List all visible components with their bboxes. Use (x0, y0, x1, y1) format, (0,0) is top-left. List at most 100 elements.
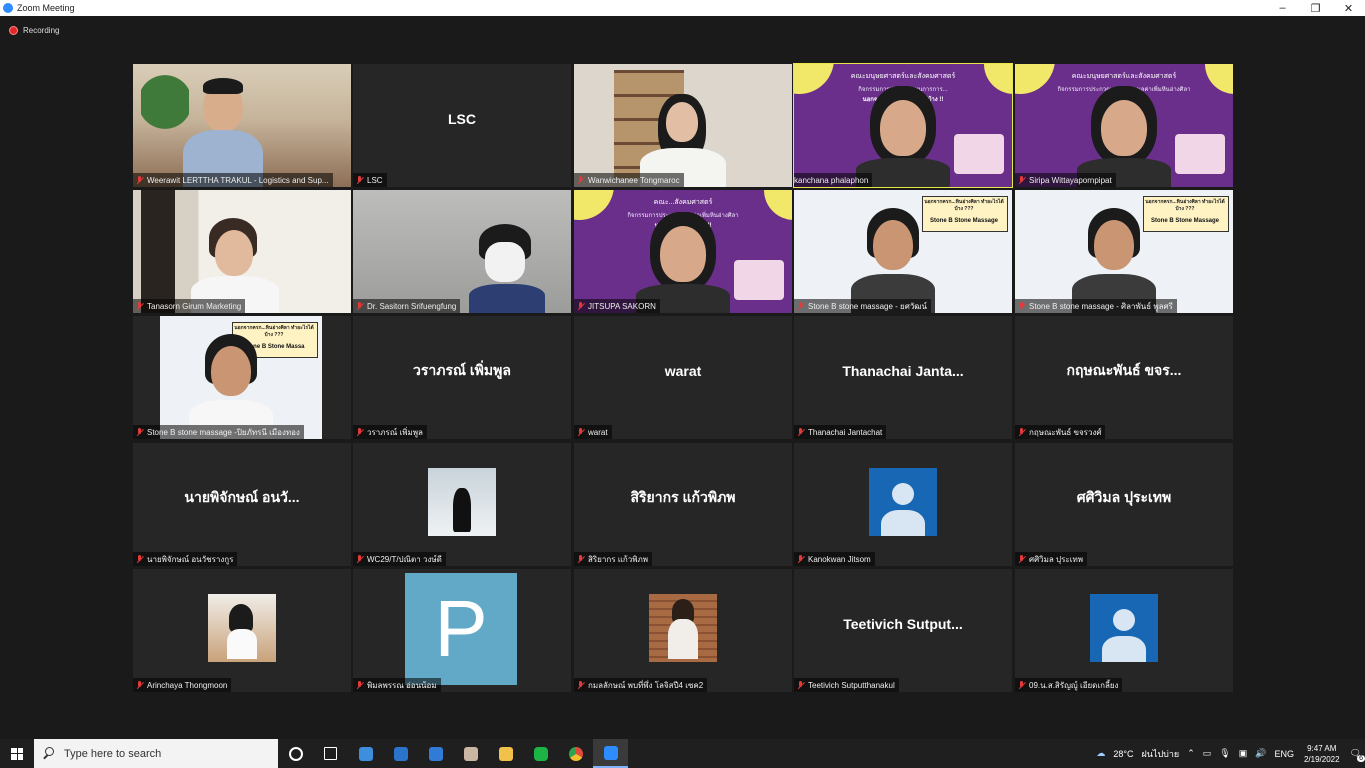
participant-name: วราภรณ์ เพิ่มพูล (367, 427, 423, 437)
task-view-icon[interactable] (278, 739, 313, 768)
network-icon[interactable]: ▣ (1239, 748, 1248, 759)
mic-muted-icon (1018, 175, 1026, 185)
participant-tile[interactable]: LSC LSC (353, 64, 571, 187)
participant-name-bar: Thanachai Jantachat (794, 425, 887, 439)
tray-chevron-icon[interactable]: ⌃ (1187, 748, 1195, 759)
person-body (469, 284, 545, 313)
participant-tile[interactable]: วราภรณ์ เพิ่มพูล วราภรณ์ เพิ่มพูล (353, 316, 571, 439)
person-face (211, 346, 251, 396)
participant-name: warat (588, 427, 608, 437)
taskbar-apps (278, 739, 628, 768)
system-tray: ☁ 28°C ฝนไปบ่าย ⌃ ▭ 🎙 ▣ 🔊 ENG 9:47 AM 2/… (1092, 739, 1365, 768)
participant-name-bar: Arinchaya Thongmoon (133, 678, 232, 692)
participant-tile[interactable]: คณะมนุษยศาสตร์และสังคมศาสตร์ กิจกรรมการป… (1015, 64, 1233, 187)
participant-name-bar: Siripa Wittayapornpipat (1015, 173, 1116, 187)
participant-name-bar: Dr. Sasitorn Srifuengfung (353, 299, 461, 313)
slide-title: คณะ...สังคมศาสตร์ (653, 199, 713, 206)
person-face (660, 226, 706, 282)
participant-tile[interactable]: คณะมนุษยศาสตร์และสังคมศาสตร์ กิจกรรมการป… (793, 63, 1013, 188)
weather-temp[interactable]: 28°C (1113, 749, 1133, 759)
mic-muted-icon (136, 554, 144, 564)
participant-tile[interactable]: Wanwichanee Tongmaroc (574, 64, 792, 187)
line-icon-glyph (533, 746, 548, 761)
line-icon[interactable] (523, 739, 558, 768)
participant-display-name: นายพิจักษณ์ อนวั... (184, 488, 300, 505)
participant-name-bar: สิริยากร แก้วพิภพ (574, 552, 653, 566)
participant-tile[interactable]: Arinchaya Thongmoon (133, 569, 351, 692)
default-avatar-icon (869, 468, 937, 536)
face-mask (485, 242, 525, 282)
photos-icon[interactable] (348, 739, 383, 768)
participant-tile[interactable]: Kanokwan Jitsom (794, 443, 1012, 566)
participant-name: Weerawit LERTTHA TRAKUL - Logistics and … (147, 175, 329, 185)
person-face (1101, 100, 1147, 156)
weather-label[interactable]: ฝนไปบ่าย (1142, 747, 1180, 761)
volume-icon[interactable]: 🔊 (1255, 748, 1266, 759)
close-button[interactable]: ✕ (1332, 0, 1365, 16)
mic-muted-icon (136, 680, 144, 690)
store-icon-glyph (393, 746, 408, 761)
participant-tile[interactable]: นายพิจักษณ์ อนวั... นายพิจักษณ์ อนวัชราง… (133, 443, 351, 566)
mail-icon[interactable] (418, 739, 453, 768)
start-button[interactable] (0, 739, 34, 768)
mic-muted-icon (1018, 554, 1026, 564)
taskbar: Type here to search ☁ 28°C ฝนไปบ่าย ⌃ ▭ … (0, 739, 1365, 768)
zoom-icon-glyph (603, 745, 618, 760)
chrome-icon[interactable] (558, 739, 593, 768)
participant-display-name: วราภรณ์ เพิ่มพูล (413, 361, 511, 378)
participant-tile[interactable]: นอกจากครก...หินอ่างศิลา ทำอะไรได้บ้าง ??… (133, 316, 351, 439)
letter-avatar: P (405, 573, 517, 685)
participant-tile[interactable]: สิริยากร แก้วพิภพ สิริยากร แก้วพิภพ (574, 443, 792, 566)
zoom-icon[interactable] (593, 739, 628, 768)
recording-indicator[interactable]: Recording (0, 22, 59, 38)
participant-tile[interactable]: ศศิวิมล ปุระเทพ ศศิวิมล ปุระเทพ (1015, 443, 1233, 566)
language-indicator[interactable]: ENG (1274, 749, 1294, 759)
clock[interactable]: 9:47 AM 2/19/2022 (1304, 743, 1340, 765)
participant-name: JITSUPA SAKORN (588, 301, 656, 311)
participant-name-bar: วราภรณ์ เพิ่มพูล (353, 425, 427, 439)
participant-tile[interactable]: Tanasorn Girum Marketing (133, 190, 351, 313)
minimize-button[interactable]: – (1266, 0, 1299, 16)
taskbar-search[interactable]: Type here to search (34, 739, 278, 768)
participant-name-bar: Teetivich Sutputthanakul (794, 678, 899, 692)
participant-tile[interactable]: warat warat (574, 316, 792, 439)
participant-tile[interactable]: กมลลักษณ์ พบที่พึ่ง โลจิสปี4 เซค2 (574, 569, 792, 692)
mic-tray-icon[interactable]: 🎙 (1219, 748, 1230, 759)
search-placeholder: Type here to search (64, 747, 162, 760)
participant-tile[interactable]: คณะ...สังคมศาสตร์ กิจกรรมการประกวด...มูล… (574, 190, 792, 313)
participant-tile[interactable]: กฤษณะพันธ์ ขจร... กฤษณะพันธ์ ขจรวงศ์ (1015, 316, 1233, 439)
participant-tile[interactable]: 09.น.ส.สิรัญญู์ เอียดเกลี้ยง (1015, 569, 1233, 692)
participant-tile[interactable]: Weerawit LERTTHA TRAKUL - Logistics and … (133, 64, 351, 187)
participant-name: ศศิวิมล ปุระเทพ (1029, 554, 1083, 564)
slide-card-title: นอกจากครก...หินอ่างศิลา ทำอะไรได้บ้าง ??… (234, 325, 314, 338)
participant-tile[interactable]: WC29/T/ปณิตา วงษ์ดี (353, 443, 571, 566)
participant-name: Stone B stone massage -ปิยภัทรนี เมืองทอ… (147, 427, 300, 437)
participant-tile[interactable]: นอกจากครก...หินอ่างศิลา ทำอะไรได้บ้าง ??… (1015, 190, 1233, 313)
participant-name-bar: Stone B stone massage -ปิยภัทรนี เมืองทอ… (133, 425, 304, 439)
participant-name: สิริยากร แก้วพิภพ (588, 554, 649, 564)
participant-tile[interactable]: Dr. Sasitorn Srifuengfung (353, 190, 571, 313)
notification-icon[interactable]: 🗨 6 (1350, 748, 1365, 762)
mic-muted-icon (577, 175, 585, 185)
weather-icon[interactable]: ☁ (1096, 748, 1105, 759)
slide-title: คณะมนุษยศาสตร์และสังคมศาสตร์ (1071, 73, 1177, 80)
participant-name: Thanachai Jantachat (808, 427, 883, 437)
participant-name-bar: กฤษณะพันธ์ ขจรวงศ์ (1015, 425, 1106, 439)
participant-tile[interactable]: P พิมลพรรณ อ่อนน้อม (353, 569, 571, 692)
participant-tile[interactable]: Teetivich Sutput... Teetivich Sutputthan… (794, 569, 1012, 692)
participant-tile[interactable]: นอกจากครก...หินอ่างศิลา ทำอะไรได้บ้าง ??… (794, 190, 1012, 313)
store-icon[interactable] (383, 739, 418, 768)
explorer-icon[interactable] (488, 739, 523, 768)
widgets-icon[interactable] (313, 739, 348, 768)
restore-button[interactable]: ❐ (1299, 0, 1332, 16)
taskview-small-icon[interactable]: ▭ (1203, 748, 1212, 759)
slide-card-title: นอกจากครก...หินอ่างศิลา ทำอะไรได้บ้าง ??… (1145, 199, 1225, 212)
plant-shape (141, 74, 189, 144)
paint-icon[interactable] (453, 739, 488, 768)
mail-icon-glyph (428, 746, 443, 761)
mic-muted-icon (136, 301, 144, 311)
participant-name-bar: JITSUPA SAKORN (574, 299, 660, 313)
task-view-icon-glyph (288, 746, 303, 761)
participant-tile[interactable]: Thanachai Janta... Thanachai Jantachat (794, 316, 1012, 439)
photo-person (229, 604, 253, 632)
